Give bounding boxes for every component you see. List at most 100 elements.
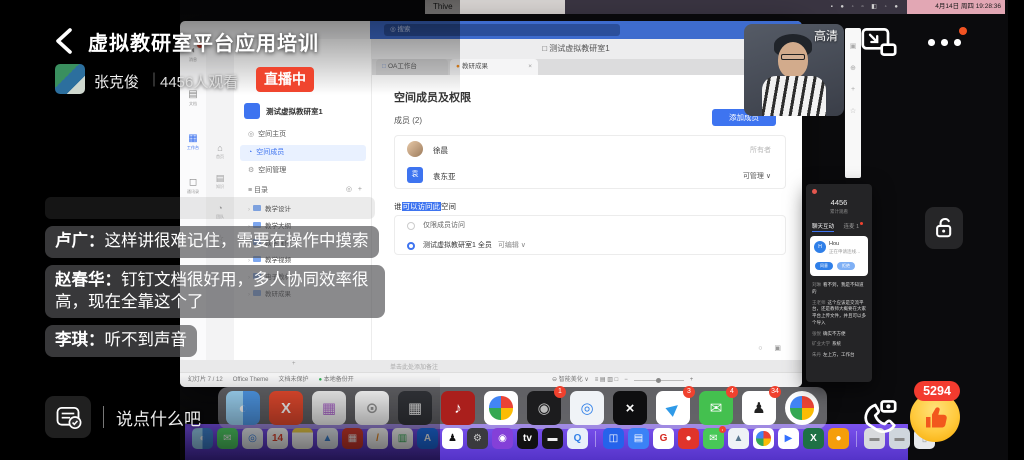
access-option[interactable]: 仅限成员访问 (395, 216, 785, 236)
hd-quality-label[interactable]: 高清 (814, 27, 838, 44)
dock-icon-chrome[interactable] (753, 428, 774, 449)
tab-mic-connect[interactable]: 连麦 1 (844, 224, 860, 230)
dock-icon-music-red[interactable]: ♪ (441, 391, 475, 425)
dock-icon-magnifier-app[interactable]: Q (567, 428, 588, 449)
directory-row[interactable]: ≡ 目录◎ + (248, 185, 364, 195)
tab-research-results[interactable]: ●教研成果× (450, 59, 538, 75)
dock-icon-glyph: ▬ (548, 433, 558, 444)
search-input[interactable]: ◎ 搜索 (384, 24, 620, 36)
dock-icon-airport-utility[interactable]: ▲ (317, 428, 338, 449)
zoom-slider[interactable] (634, 380, 684, 381)
dock-icon-docs-app[interactable]: ▤ (628, 428, 649, 449)
dock-icon-glyph: / (376, 433, 379, 444)
beautify-button[interactable]: ⊖ 智能美化 ∨ (552, 373, 589, 387)
more-menu-button[interactable] (928, 30, 974, 50)
voice-call-button[interactable] (850, 392, 906, 438)
mac-menubar-app: Thive (425, 0, 565, 14)
dock-icon-orange-circle-app[interactable]: ● (828, 428, 849, 449)
space-menu-item-space-members[interactable]: ◔空间成员 (240, 145, 366, 161)
radio-icon[interactable] (407, 242, 415, 250)
zoom-out-icon[interactable]: − (624, 373, 628, 387)
dock-icon-glyph: X (281, 400, 291, 417)
side-rail-item-home[interactable]: ⌂首页 (206, 139, 234, 169)
dock-icon-wechat[interactable]: ✉4 (699, 391, 733, 425)
dock-icon-podcasts[interactable]: ◉ (492, 428, 513, 449)
dock-icon-red-grid-app[interactable]: ▦ (342, 428, 363, 449)
dock-icon-qq-mini[interactable]: ♟ (442, 428, 463, 449)
notification-dot (860, 222, 863, 225)
zoom-knob[interactable] (656, 378, 661, 383)
add-icon[interactable]: ⊕ (845, 64, 861, 72)
dock-icon-app-store[interactable]: A (417, 428, 438, 449)
dock-icon-paper-plane[interactable]: ▶3 (656, 391, 690, 425)
presenter-webcam[interactable]: 高清 (744, 24, 844, 116)
chat-text: 这样讲很难记住，需要在操作中摸索 (105, 232, 369, 250)
dock-icon-omni-app[interactable]: ⊙ (355, 391, 389, 425)
side-rail-item-library[interactable]: ▤知识 (206, 169, 234, 199)
comment-settings-button[interactable] (45, 396, 91, 438)
dock-icon-vinyl-music[interactable]: ◉1 (527, 391, 561, 425)
directory-actions[interactable]: ◎ + (346, 185, 364, 193)
member-list: 徐晨所有者袁袁东亚可管理 ∨ (394, 135, 786, 189)
dock-icon-kdocs[interactable]: G (653, 428, 674, 449)
tab-close-icon[interactable]: × (528, 59, 532, 75)
dock-icon-feishu[interactable]: ▶ (778, 428, 799, 449)
dock-icon-glyph: ◉ (537, 399, 550, 417)
radio-icon[interactable] (407, 222, 415, 230)
streamer-avatar[interactable] (55, 64, 85, 94)
nav-rail-label: 文档 (181, 101, 204, 106)
dock-icon-safari[interactable]: ◎ (570, 391, 604, 425)
dock-icon-glyph: ♟ (448, 433, 457, 444)
space-menu-item-space-admin[interactable]: ⚙空间管理 (240, 163, 366, 179)
dock-icon-qq[interactable]: ♟34 (742, 391, 776, 425)
dock-icon-launchpad[interactable]: ▦ (312, 391, 346, 425)
dock-icon-clapper-app[interactable]: ▬ (542, 428, 563, 449)
picture-in-picture-button[interactable] (858, 24, 900, 60)
streamer-name: 张克俊 (94, 71, 139, 92)
dock-icon-notes[interactable] (292, 428, 313, 449)
dock-icon-green-chart-app[interactable]: ▥ (392, 428, 413, 449)
star-icon[interactable]: ☆ (845, 107, 861, 115)
dock-icon-calendar[interactable]: 14 (267, 428, 288, 449)
comment-input-bar[interactable]: 说点什么吧 (45, 394, 201, 440)
dock-icon-excel[interactable]: X (803, 428, 824, 449)
back-button[interactable] (52, 26, 78, 56)
nav-rail-item-workbench[interactable]: ▦工作台 (180, 127, 206, 171)
dock-icon-finder[interactable]: ◐ (226, 391, 260, 425)
zoom-in-icon[interactable]: + (690, 373, 694, 387)
dock-icon-settings[interactable]: ⚙ (467, 428, 488, 449)
tab-oa-workbench[interactable]: □OA工作台 (376, 59, 448, 75)
tab-chat-interaction[interactable]: 聊天互动 (812, 224, 834, 232)
dock-icon-meeting-app[interactable]: ◫ (603, 428, 624, 449)
dock-icon-apple-tv[interactable]: tv (517, 428, 538, 449)
view-count-label: 累计观看 (806, 209, 872, 215)
access-option[interactable]: 测试虚拟教研室1 全员可编辑 ∨ (395, 236, 785, 256)
chat-message-list: 卢广：这样讲很难记住，需要在操作中摸索赵春华：钉钉文档很好用，多人协同效率很高，… (45, 226, 393, 364)
dock-icon-capcut[interactable]: × (613, 391, 647, 425)
dock-icon-messages[interactable]: ✉ (217, 428, 238, 449)
dock-icon-safari-mini[interactable]: ◎ (242, 428, 263, 449)
close-traffic-light[interactable] (812, 189, 817, 194)
statusbar-right: ⊖ 智能美化 ∨ ≡ ▤ ▥ □ − + (552, 373, 693, 387)
option-extra[interactable]: 可编辑 ∨ (498, 242, 526, 249)
dock-icon-browser-sphere[interactable] (785, 391, 819, 425)
edit-icon[interactable]: + (845, 86, 861, 93)
mac-dock: ◐ X ▦ ⊙ ▦ ♪ ◉1 ◎ × ▶3 ✉4 ♟34 (218, 387, 827, 429)
accept-button[interactable]: 同意 (815, 262, 833, 270)
reject-button[interactable]: 拒绝 (837, 262, 855, 270)
space-admin-icon: ⚙ (248, 167, 254, 174)
console-chat-list: 刘琳看不到，我是不知道的王老师这个应该是交流平台，还是教师大概要在大家平台上传文… (812, 282, 867, 378)
dock-icon-wps-office[interactable]: X (269, 391, 303, 425)
dock-icon-wechat-mini[interactable]: ✉• (703, 428, 724, 449)
comment-input[interactable]: 说点什么吧 (116, 405, 201, 430)
dock-icon-red-circle-app[interactable]: ● (678, 428, 699, 449)
screen-unlock-button[interactable] (925, 207, 963, 249)
dock-icon-orange-slash-app[interactable]: / (367, 428, 388, 449)
dock-icon-mountain-app[interactable]: ▲ (728, 428, 749, 449)
view-mode-icons[interactable]: ≡ ▤ ▥ □ (595, 373, 618, 387)
space-menu-item-space-home[interactable]: ◎空间主页 (240, 127, 366, 143)
dock-icon-calculator[interactable]: ▦ (398, 391, 432, 425)
member-role[interactable]: 可管理 ∨ (743, 171, 771, 181)
dock-icon-photos[interactable] (484, 391, 518, 425)
canvas-tool-icons[interactable]: ○ ▣ (758, 344, 786, 352)
